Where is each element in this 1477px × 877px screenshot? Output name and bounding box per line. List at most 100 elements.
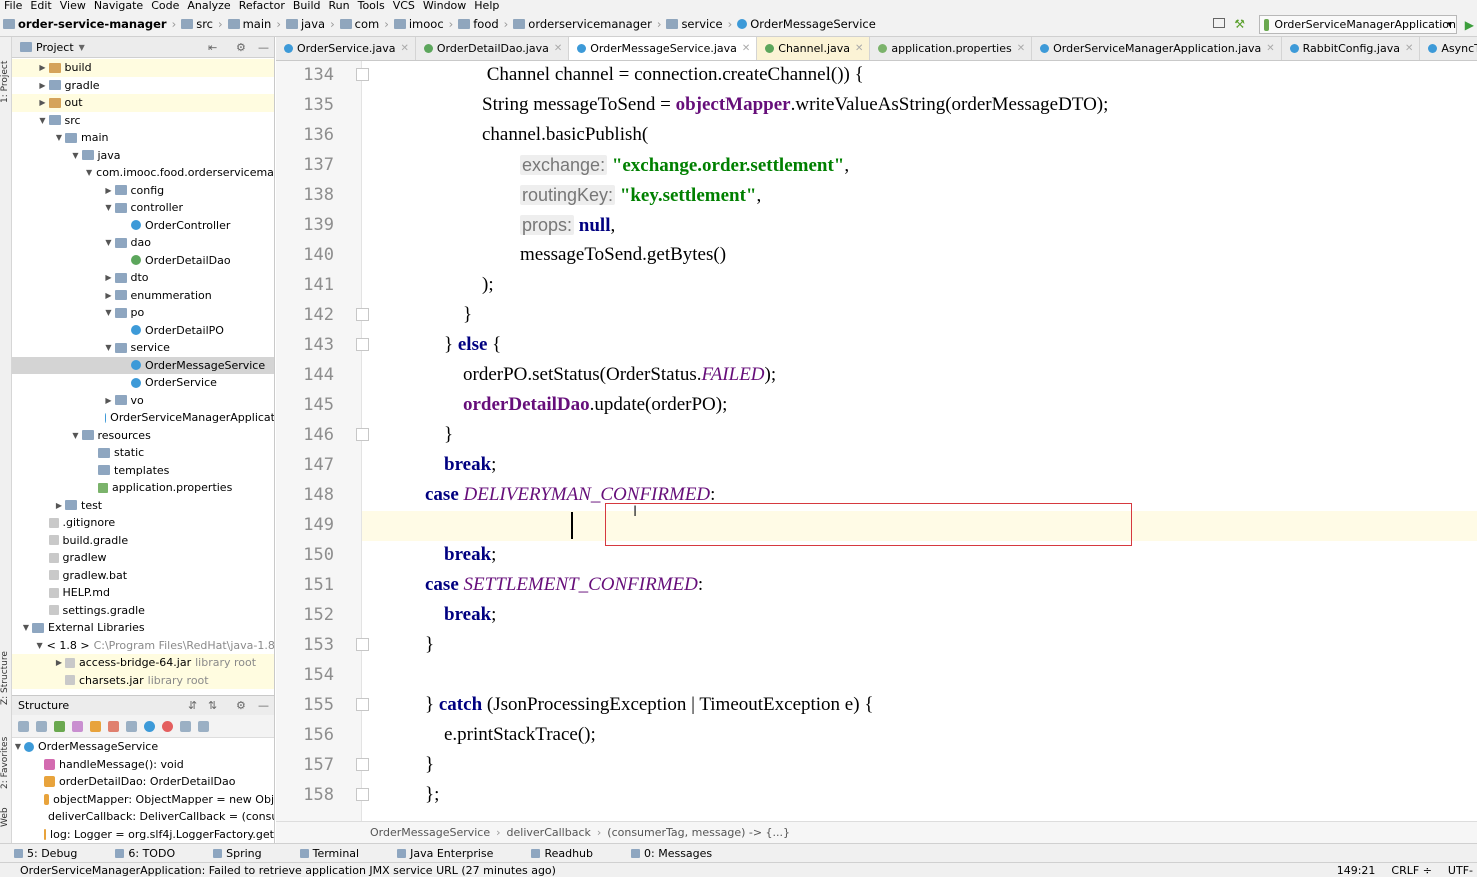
caret-position[interactable]: 149:21 (1337, 864, 1376, 877)
structure-item[interactable]: log: Logger = org.slf4j.LoggerFactory.ge… (12, 826, 274, 844)
editor-tab[interactable]: application.properties ✕ (870, 37, 1033, 60)
tree-item[interactable]: ▶ access-bridge-64.jar library root (12, 654, 274, 672)
tree-item[interactable]: ▼ controller (12, 199, 274, 217)
editor-tab[interactable]: OrderDetailDao.java ✕ (416, 37, 570, 60)
sort-visibility-icon[interactable] (36, 720, 47, 732)
expand-all-icon[interactable]: ⇵ (188, 699, 197, 712)
tree-item[interactable]: ▶ test (12, 497, 274, 515)
menu-item-run[interactable]: Run (325, 0, 354, 12)
favorites-tool-button[interactable]: 2: Favorites (0, 719, 12, 789)
show-non-public-icon[interactable] (108, 720, 119, 732)
layout-icon[interactable] (1213, 18, 1225, 28)
editor-tab[interactable]: AsyncTaskConfig.java✕ (1420, 37, 1477, 60)
close-icon[interactable]: ✕ (1405, 43, 1413, 54)
hide-panel-icon[interactable]: — (258, 41, 269, 54)
editor-tab[interactable]: Channel.java ✕ (757, 37, 871, 60)
menu-item-help[interactable]: Help (470, 0, 503, 12)
breadcrumb-item[interactable]: service (663, 17, 725, 31)
gear-icon[interactable]: ⚙ (236, 41, 246, 54)
editor-tab[interactable]: OrderMessageService.java ✕ (569, 37, 758, 60)
bottom-tool-tab[interactable]: 6: TODO (115, 847, 194, 860)
menu-item-code[interactable]: Code (147, 0, 183, 12)
tree-item[interactable]: templates (12, 462, 274, 480)
menu-item-edit[interactable]: Edit (26, 0, 55, 12)
file-encoding[interactable]: UTF- (1448, 864, 1473, 877)
menu-item-view[interactable]: View (56, 0, 90, 12)
tree-item[interactable]: ▼ main (12, 129, 274, 147)
tree-item[interactable]: ▼ src (12, 112, 274, 130)
show-anonymous-icon[interactable] (144, 720, 155, 732)
close-icon[interactable]: ✕ (742, 43, 750, 54)
tree-item[interactable]: ▼ resources (12, 427, 274, 445)
bottom-tool-tab[interactable]: 5: Debug (14, 847, 96, 860)
tree-item[interactable]: ▼ dao (12, 234, 274, 252)
collapse-all-icon[interactable]: ⇤ (208, 41, 217, 54)
chevron-down-icon[interactable]: ▼ (103, 238, 115, 247)
tree-item[interactable]: gradlew.bat (12, 567, 274, 585)
sort-alpha-icon[interactable] (18, 720, 29, 732)
chevron-right-icon[interactable]: ▶ (53, 658, 65, 667)
tree-item[interactable]: ▶ build (12, 59, 274, 77)
breadcrumb-item[interactable]: com (337, 17, 383, 31)
code-editor[interactable]: 134 135 136 137 138 139 140 141 142 143 144 145 146 1… (276, 61, 1477, 821)
gear-icon[interactable]: ⚙ (236, 699, 246, 712)
show-inherited-icon[interactable] (54, 720, 65, 732)
menu-item-vcs[interactable]: VCS (389, 0, 419, 12)
breadcrumb-item[interactable]: java (283, 17, 328, 31)
chevron-right-icon[interactable]: ▶ (37, 63, 49, 72)
show-properties-icon[interactable] (72, 720, 83, 732)
menu-item-refactor[interactable]: Refactor (235, 0, 289, 12)
menu-item-tools[interactable]: Tools (354, 0, 389, 12)
menu-item-file[interactable]: File (0, 0, 26, 12)
chevron-down-icon[interactable]: ▼ (53, 133, 65, 142)
chevron-right-icon[interactable]: ▶ (103, 291, 115, 300)
status-message[interactable]: OrderServiceManagerApplication: Failed t… (0, 864, 556, 877)
hammer-icon[interactable]: ⚒ (1234, 17, 1245, 31)
editor-tab[interactable]: OrderService.java ✕ (276, 37, 416, 60)
tree-item[interactable]: OrderServiceManagerApplicat (12, 409, 274, 427)
bottom-tool-tab[interactable]: Spring (213, 847, 281, 860)
editor-tab[interactable]: RabbitConfig.java ✕ (1282, 37, 1421, 60)
chevron-down-icon[interactable]: ▼ (37, 116, 49, 125)
breadcrumb-item[interactable]: orderservicemanager (510, 17, 655, 31)
breadcrumb-item[interactable]: imooc (391, 17, 447, 31)
bottom-tool-tab[interactable]: Terminal (299, 847, 379, 860)
close-icon[interactable]: ✕ (400, 43, 408, 54)
chevron-right-icon[interactable]: ▶ (53, 501, 65, 510)
chevron-down-icon[interactable]: ▼ (20, 623, 32, 632)
line-separator[interactable]: CRLF ÷ (1391, 864, 1432, 877)
tree-item[interactable]: ▶ dto (12, 269, 274, 287)
chevron-down-icon[interactable]: ▼ (37, 641, 43, 650)
close-icon[interactable]: ✕ (855, 43, 863, 54)
editor-tab[interactable]: OrderServiceManagerApplication.java ✕ (1032, 37, 1282, 60)
chevron-down-icon[interactable]: ▼ (103, 343, 115, 352)
expand-icon[interactable] (180, 720, 191, 732)
chevron-right-icon[interactable]: ▶ (103, 273, 115, 282)
editor-breadcrumb-item[interactable]: (consumerTag, message) -> {...} (607, 826, 790, 839)
tree-item[interactable]: ▼ com.imooc.food.orderserviceman (12, 164, 274, 182)
tree-item[interactable]: application.properties (12, 479, 274, 497)
web-tool-button[interactable]: Web (0, 797, 12, 827)
tree-item[interactable]: charsets.jar library root (12, 671, 274, 689)
tree-item[interactable]: ▶ out (12, 94, 274, 112)
tree-item[interactable]: ▶ gradle (12, 77, 274, 95)
tree-item[interactable]: ▶ enummeration (12, 287, 274, 305)
run-icon[interactable]: ▶ (1465, 18, 1474, 32)
chevron-down-icon[interactable]: ▼ (70, 151, 82, 160)
breadcrumb-item[interactable]: main (225, 17, 275, 31)
structure-item[interactable]: orderDetailDao: OrderDetailDao (12, 773, 274, 791)
bottom-tool-tab[interactable]: Readhub (531, 847, 612, 860)
close-icon[interactable]: ✕ (1266, 43, 1274, 54)
bottom-tool-tab[interactable]: 0: Messages (631, 847, 731, 860)
tree-item[interactable]: ▼ java (12, 147, 274, 165)
run-configuration-select[interactable]: OrderServiceManagerApplication ▾ (1259, 15, 1457, 34)
chevron-down-icon[interactable]: ▼ (103, 308, 115, 317)
chevron-right-icon[interactable]: ▶ (37, 98, 49, 107)
tree-item[interactable]: ▶ vo (12, 392, 274, 410)
menu-item-window[interactable]: Window (419, 0, 470, 12)
collapse-all-icon[interactable]: ⇅ (208, 699, 217, 712)
tree-item[interactable]: OrderDetailPO (12, 322, 274, 340)
structure-item[interactable]: deliverCallback: DeliverCallback = (cons… (12, 808, 274, 826)
breadcrumb-item[interactable]: OrderMessageService (734, 17, 879, 31)
chevron-down-icon[interactable]: ▼ (12, 742, 24, 751)
